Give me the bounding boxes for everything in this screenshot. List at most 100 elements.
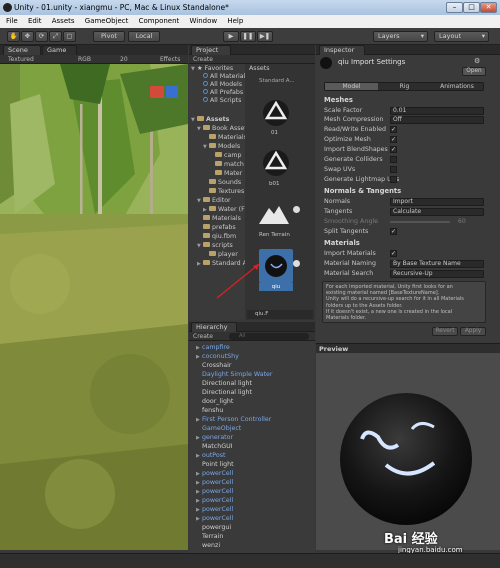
hierarchy-row[interactable]: ▶ powerCell <box>196 488 233 496</box>
import-blendshapes-checkbox[interactable]: ✓ <box>390 146 397 153</box>
hierarchy-create-dropdown[interactable]: Create <box>193 332 213 341</box>
render-mode-dropdown[interactable]: RGB <box>78 55 91 64</box>
favorite-all-materials[interactable]: All Materials <box>203 73 249 81</box>
tab-rig[interactable]: Rig <box>378 83 431 90</box>
normals-dropdown[interactable]: Import <box>390 198 484 206</box>
menu-help[interactable]: Help <box>227 17 243 25</box>
open-button[interactable]: Open <box>462 67 486 76</box>
menu-component[interactable]: Component <box>139 17 180 25</box>
move-tool-icon[interactable]: ✥ <box>21 31 34 42</box>
hierarchy-row[interactable]: Terrain <box>196 533 223 541</box>
favorite-all-scripts[interactable]: All Scripts <box>203 97 241 105</box>
hierarchy-row[interactable]: ▶ outPost <box>196 452 226 460</box>
favorite-all-prefabs[interactable]: All Prefabs <box>203 89 243 97</box>
expand-asset-icon[interactable] <box>293 206 300 213</box>
tree-prefabs[interactable]: prefabs <box>203 224 236 232</box>
tree-book-assets[interactable]: ▼ Book Assets <box>197 125 250 133</box>
tab-inspector[interactable]: Inspector <box>319 45 365 55</box>
tree-match[interactable]: match <box>215 161 244 169</box>
assets-root[interactable]: ▼ Assets <box>191 116 229 124</box>
hierarchy-row[interactable]: GameObject <box>196 425 241 433</box>
tab-model[interactable]: Model <box>325 83 378 90</box>
swap-uvs-checkbox[interactable] <box>390 166 397 173</box>
step-button[interactable]: ▶❚ <box>257 31 273 42</box>
rect-tool-icon[interactable]: ▢ <box>63 31 76 42</box>
material-naming-dropdown[interactable]: By Base Texture Name <box>390 260 484 268</box>
menu-file[interactable]: File <box>6 17 18 25</box>
generate-colliders-checkbox[interactable] <box>390 156 397 163</box>
hierarchy-row[interactable]: fenshu <box>196 407 223 415</box>
favorite-all-models[interactable]: All Models <box>203 81 242 89</box>
tab-scene[interactable]: Scene <box>3 45 41 55</box>
hierarchy-row[interactable]: MatchGUI <box>196 443 233 451</box>
menu-assets[interactable]: Assets <box>52 17 75 25</box>
tree-materials[interactable]: Materials <box>209 134 247 142</box>
hand-tool-icon[interactable]: ✋ <box>7 31 20 42</box>
favorites-header[interactable]: ▼ ★ Favorites <box>191 65 233 73</box>
model-preview[interactable] <box>316 353 500 550</box>
pivot-toggle[interactable]: Pivot <box>93 31 125 42</box>
tree-mater[interactable]: Mater <box>215 170 242 178</box>
scale-factor-input[interactable]: 0.01 <box>390 107 484 115</box>
tree-materials-root[interactable]: Materials <box>203 215 241 223</box>
layers-dropdown[interactable]: Layers ▾ <box>373 31 428 42</box>
tab-hierarchy[interactable]: Hierarchy <box>191 322 237 332</box>
pause-button[interactable]: ❚❚ <box>240 31 256 42</box>
layout-dropdown[interactable]: Layout ▾ <box>434 31 489 42</box>
tangents-dropdown[interactable]: Calculate <box>390 208 484 216</box>
tree-scripts[interactable]: ▼ scripts <box>197 242 233 250</box>
rotate-tool-icon[interactable]: ⟳ <box>35 31 48 42</box>
hierarchy-row[interactable]: Point light <box>196 461 234 469</box>
tab-animations[interactable]: Animations <box>431 83 483 90</box>
split-tangents-checkbox[interactable]: ✓ <box>390 228 397 235</box>
hierarchy-row[interactable]: ▶ powerCell <box>196 470 233 478</box>
import-materials-checkbox[interactable]: ✓ <box>390 250 397 257</box>
hierarchy-row[interactable]: ▶ powerCell <box>196 515 233 523</box>
project-create-dropdown[interactable]: Create <box>193 55 213 64</box>
tree-qiu-fbm[interactable]: qiu.fbm <box>203 233 236 241</box>
close-button[interactable]: ✕ <box>480 2 497 13</box>
menu-edit[interactable]: Edit <box>28 17 42 25</box>
scale-tool-icon[interactable]: ⤢ <box>49 31 62 42</box>
expand-asset-icon[interactable] <box>293 260 300 267</box>
scene-viewport[interactable] <box>0 64 188 550</box>
hierarchy-row[interactable]: Crosshair <box>196 362 231 370</box>
tree-models[interactable]: ▼ Models <box>203 143 240 151</box>
hierarchy-row[interactable]: door_light <box>196 398 233 406</box>
generate-lightmap-checkbox[interactable] <box>390 176 397 183</box>
hierarchy-row[interactable]: ▶ First Person Controller <box>196 416 271 424</box>
hierarchy-row[interactable]: powergui <box>196 524 231 532</box>
hierarchy-row[interactable]: ▶ generator <box>196 434 233 442</box>
hierarchy-row[interactable]: Daylight Simple Water <box>196 371 273 379</box>
hierarchy-row[interactable]: ▶ campfire <box>196 344 230 352</box>
shading-mode-dropdown[interactable]: Textured <box>8 55 34 64</box>
settings-gear-icon[interactable]: ⚙ <box>474 57 480 65</box>
menu-gameobject[interactable]: GameObject <box>85 17 129 25</box>
smoothing-angle-slider[interactable] <box>390 221 450 223</box>
play-button[interactable]: ▶ <box>223 31 239 42</box>
hierarchy-row[interactable]: Directional light <box>196 380 252 388</box>
revert-button[interactable]: Revert <box>432 327 458 336</box>
hierarchy-row[interactable]: ▶ powerCell <box>196 506 233 514</box>
terrain-asset-icon[interactable] <box>257 200 291 226</box>
hierarchy-row[interactable]: Directional light <box>196 389 252 397</box>
hierarchy-row[interactable]: ▶ powerCell <box>196 479 233 487</box>
material-search-dropdown[interactable]: Recursive-Up <box>390 270 484 278</box>
tree-player[interactable]: player <box>209 251 238 259</box>
tree-editor[interactable]: ▼ Editor <box>197 197 231 205</box>
tree-water[interactable]: ▶ Water (F <box>203 206 245 214</box>
optimize-mesh-checkbox[interactable]: ✓ <box>390 136 397 143</box>
tree-sounds[interactable]: Sounds <box>209 179 241 187</box>
effects-dropdown[interactable]: Effects <box>160 55 180 64</box>
tree-camp[interactable]: camp <box>215 152 241 160</box>
unity-scene-icon[interactable] <box>261 148 291 178</box>
hierarchy-row[interactable]: ▶ powerCell <box>196 497 233 505</box>
read-write-checkbox[interactable]: ✓ <box>390 126 397 133</box>
hierarchy-row[interactable]: wenzi <box>196 542 220 550</box>
tree-textures[interactable]: Textures <box>209 188 244 196</box>
hierarchy-search-input[interactable]: All <box>229 333 309 340</box>
apply-button[interactable]: Apply <box>460 327 486 336</box>
mesh-compression-dropdown[interactable]: Off <box>390 116 484 124</box>
unity-scene-icon[interactable] <box>261 98 291 128</box>
maximize-button[interactable]: □ <box>463 2 480 13</box>
